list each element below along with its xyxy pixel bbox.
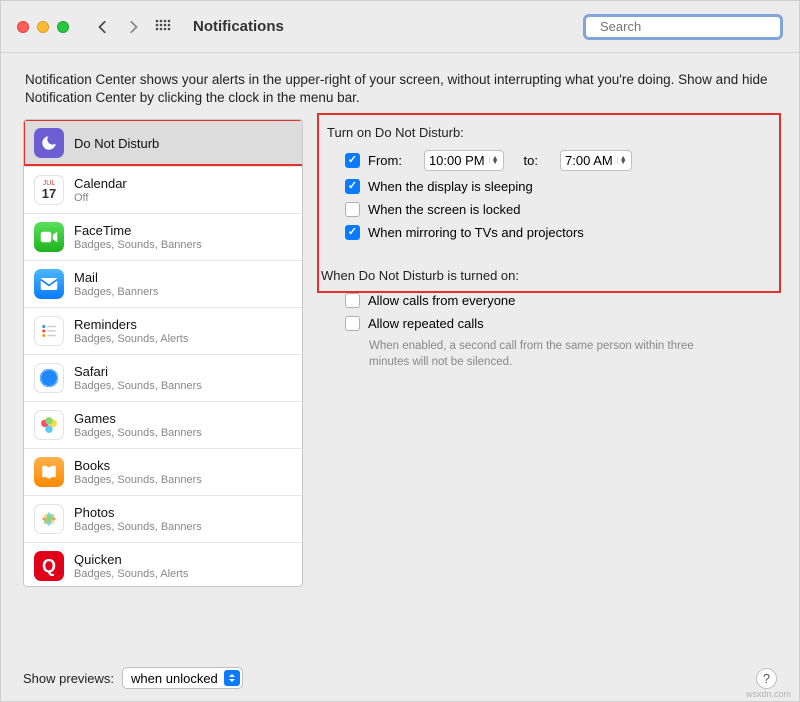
dnd-mirror-label: When mirroring to TVs and projectors bbox=[368, 225, 584, 240]
forward-button[interactable] bbox=[123, 17, 143, 37]
grid-icon bbox=[155, 19, 171, 35]
app-row-quicken[interactable]: Q Quicken Badges, Sounds, Alerts bbox=[24, 543, 302, 587]
back-button[interactable] bbox=[93, 17, 113, 37]
allow-everyone-label: Allow calls from everyone bbox=[368, 293, 515, 308]
help-button[interactable]: ? bbox=[756, 668, 777, 689]
allow-repeated-checkbox[interactable] bbox=[345, 316, 360, 331]
app-sub: Badges, Banners bbox=[74, 286, 158, 299]
moon-icon bbox=[34, 128, 64, 158]
app-sub: Badges, Sounds, Banners bbox=[74, 521, 202, 534]
allow-repeated-label: Allow repeated calls bbox=[368, 316, 484, 331]
app-sub: Badges, Sounds, Banners bbox=[74, 239, 202, 252]
app-row-do-not-disturb[interactable]: Do Not Disturb bbox=[24, 120, 302, 167]
app-name: Photos bbox=[74, 505, 202, 521]
settings-panel: Turn on Do Not Disturb: From: 10:00 PM ▲… bbox=[321, 119, 777, 587]
watermark: wsxdn.com bbox=[746, 689, 791, 699]
preferences-window: Notifications Notification Center shows … bbox=[0, 0, 800, 702]
app-name: Quicken bbox=[74, 552, 188, 568]
from-time-value: 10:00 PM bbox=[429, 153, 485, 168]
close-window-button[interactable] bbox=[17, 21, 29, 33]
page-title: Notifications bbox=[193, 18, 284, 35]
app-name: Safari bbox=[74, 364, 202, 380]
app-row-mail[interactable]: Mail Badges, Banners bbox=[24, 261, 302, 308]
panel-description: Notification Center shows your alerts in… bbox=[1, 53, 799, 119]
games-icon bbox=[34, 410, 64, 440]
content-columns: Do Not Disturb JUL17 Calendar Off FaceTi… bbox=[1, 119, 799, 587]
window-controls bbox=[17, 21, 69, 33]
app-list[interactable]: Do Not Disturb JUL17 Calendar Off FaceTi… bbox=[23, 119, 303, 587]
to-time-value: 7:00 AM bbox=[565, 153, 613, 168]
show-previews-label: Show previews: bbox=[23, 671, 114, 686]
dnd-heading: Turn on Do Not Disturb: bbox=[327, 125, 777, 140]
dnd-sleep-row: When the display is sleeping bbox=[345, 179, 777, 194]
app-name: FaceTime bbox=[74, 223, 202, 239]
quicken-icon: Q bbox=[34, 551, 64, 581]
mail-icon bbox=[34, 269, 64, 299]
dnd-schedule-row: From: 10:00 PM ▲▼ to: 7:00 AM ▲▼ bbox=[345, 150, 777, 171]
stepper-icon[interactable]: ▲▼ bbox=[489, 157, 499, 164]
safari-icon bbox=[34, 363, 64, 393]
app-row-books[interactable]: Books Badges, Sounds, Banners bbox=[24, 449, 302, 496]
chevron-right-icon bbox=[126, 20, 140, 34]
allow-everyone-checkbox[interactable] bbox=[345, 293, 360, 308]
dnd-sleep-checkbox[interactable] bbox=[345, 179, 360, 194]
app-sub: Badges, Sounds, Alerts bbox=[74, 568, 188, 581]
app-name: Reminders bbox=[74, 317, 188, 333]
chevron-updown-icon bbox=[224, 670, 240, 686]
photos-icon bbox=[34, 504, 64, 534]
show-previews-value: when unlocked bbox=[131, 671, 218, 686]
facetime-icon bbox=[34, 222, 64, 252]
books-icon bbox=[34, 457, 64, 487]
app-row-facetime[interactable]: FaceTime Badges, Sounds, Banners bbox=[24, 214, 302, 261]
app-row-calendar[interactable]: JUL17 Calendar Off bbox=[24, 167, 302, 214]
from-time-field[interactable]: 10:00 PM ▲▼ bbox=[424, 150, 504, 171]
show-previews-select[interactable]: when unlocked bbox=[122, 667, 243, 689]
app-sub: Off bbox=[74, 192, 127, 205]
app-sub: Badges, Sounds, Banners bbox=[74, 427, 202, 440]
to-time-field[interactable]: 7:00 AM ▲▼ bbox=[560, 150, 632, 171]
app-sub: Badges, Sounds, Banners bbox=[74, 474, 202, 487]
app-name: Calendar bbox=[74, 176, 127, 192]
dnd-locked-checkbox[interactable] bbox=[345, 202, 360, 217]
allow-repeated-row: Allow repeated calls bbox=[345, 316, 777, 331]
app-sub: Badges, Sounds, Banners bbox=[74, 380, 202, 393]
app-name: Games bbox=[74, 411, 202, 427]
footer: Show previews: when unlocked ? bbox=[1, 655, 799, 701]
calendar-icon: JUL17 bbox=[34, 175, 64, 205]
dnd-locked-row: When the screen is locked bbox=[345, 202, 777, 217]
app-name: Books bbox=[74, 458, 202, 474]
chevron-left-icon bbox=[96, 20, 110, 34]
stepper-icon[interactable]: ▲▼ bbox=[617, 157, 627, 164]
allow-everyone-row: Allow calls from everyone bbox=[345, 293, 777, 308]
from-label: From: bbox=[368, 153, 402, 168]
app-row-reminders[interactable]: Reminders Badges, Sounds, Alerts bbox=[24, 308, 302, 355]
repeated-help-text: When enabled, a second call from the sam… bbox=[369, 339, 709, 370]
app-sub: Badges, Sounds, Alerts bbox=[74, 333, 188, 346]
dnd-mirror-row: When mirroring to TVs and projectors bbox=[345, 225, 777, 240]
dnd-locked-label: When the screen is locked bbox=[368, 202, 520, 217]
search-field-wrap[interactable] bbox=[583, 14, 783, 40]
toolbar: Notifications bbox=[1, 1, 799, 53]
dnd-on-heading: When Do Not Disturb is turned on: bbox=[321, 268, 777, 283]
app-row-photos[interactable]: Photos Badges, Sounds, Banners bbox=[24, 496, 302, 543]
app-row-safari[interactable]: Safari Badges, Sounds, Banners bbox=[24, 355, 302, 402]
app-name: Mail bbox=[74, 270, 158, 286]
dnd-from-checkbox[interactable] bbox=[345, 153, 360, 168]
to-label: to: bbox=[524, 153, 538, 168]
dnd-sleep-label: When the display is sleeping bbox=[368, 179, 533, 194]
app-name: Do Not Disturb bbox=[74, 136, 159, 152]
search-input[interactable] bbox=[598, 18, 778, 35]
app-row-games[interactable]: Games Badges, Sounds, Banners bbox=[24, 402, 302, 449]
show-all-button[interactable] bbox=[153, 17, 173, 37]
minimize-window-button[interactable] bbox=[37, 21, 49, 33]
zoom-window-button[interactable] bbox=[57, 21, 69, 33]
dnd-mirror-checkbox[interactable] bbox=[345, 225, 360, 240]
reminders-icon bbox=[34, 316, 64, 346]
